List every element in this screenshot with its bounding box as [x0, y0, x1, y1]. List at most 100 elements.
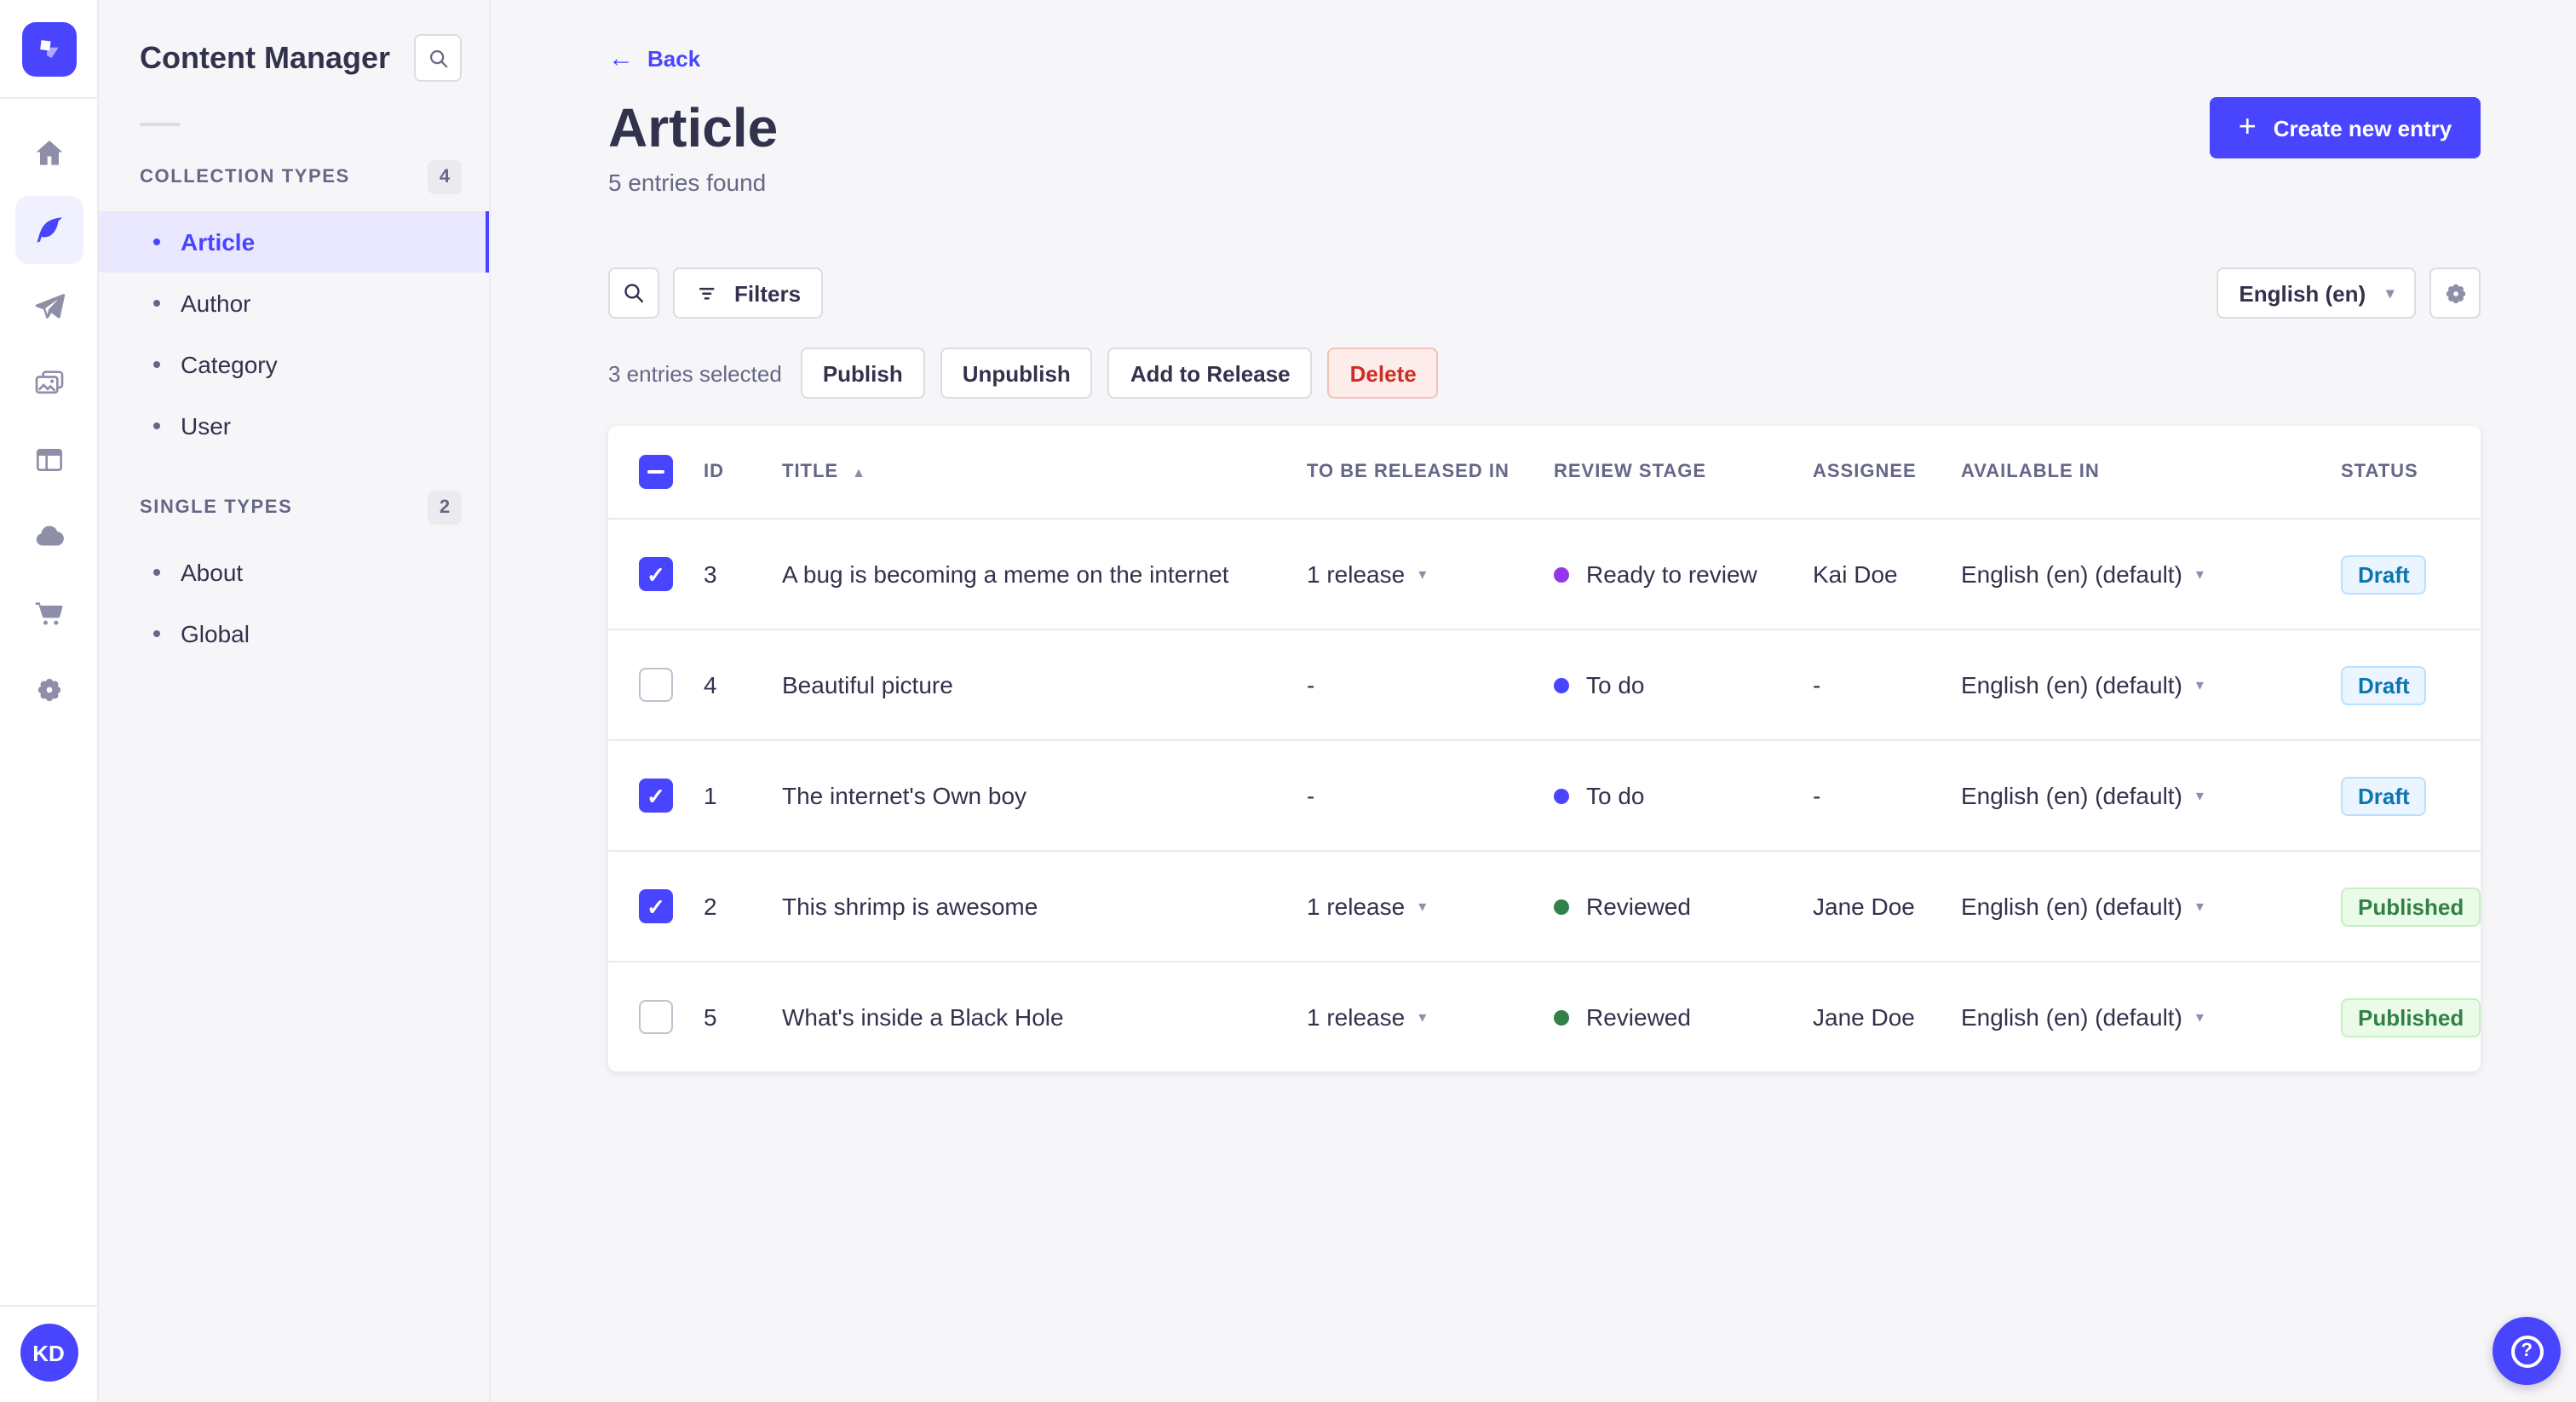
chevron-down-icon: ▾ — [2195, 675, 2204, 692]
chevron-down-icon: ▾ — [2195, 1008, 2204, 1025]
column-header-release[interactable]: TO BE RELEASED IN — [1307, 462, 1554, 482]
indeterminate-icon — [647, 470, 664, 474]
column-header-available-in[interactable]: AVAILABLE IN — [1961, 462, 2341, 482]
add-to-release-button[interactable]: Add to Release — [1107, 348, 1313, 399]
sidebar-item-article[interactable]: Article — [99, 211, 489, 273]
select-all-checkbox[interactable] — [639, 455, 673, 489]
table-header-row: ID TITLE ▲ TO BE RELEASED IN REVIEW STAG… — [608, 426, 2481, 518]
strapi-logo-icon — [39, 40, 58, 59]
row-checkbox[interactable]: ✓ — [639, 889, 673, 923]
marketplace-cart-icon — [34, 602, 62, 625]
subnav-search-button[interactable] — [414, 34, 462, 82]
check-icon: ✓ — [647, 783, 665, 808]
chevron-down-icon: ▾ — [2195, 897, 2204, 914]
column-header-status[interactable]: STATUS — [2341, 462, 2481, 482]
row-checkbox[interactable] — [639, 1000, 673, 1034]
section-label: SINGLE TYPES — [140, 497, 293, 518]
sidebar-item-label: Category — [181, 351, 278, 378]
back-link[interactable]: ← Back — [608, 46, 700, 72]
cell-available-in-dropdown[interactable]: English (en) (default) ▾ — [1961, 1003, 2341, 1031]
section-single-types[interactable]: SINGLE TYPES 2 — [99, 487, 489, 528]
create-button-label: Create new entry — [2273, 115, 2452, 141]
view-settings-button[interactable] — [2429, 267, 2481, 319]
cell-release: - — [1307, 671, 1554, 698]
sidebar-item-settings[interactable] — [14, 656, 83, 724]
sidebar-item-deploy[interactable] — [14, 503, 83, 571]
release-value: 1 release — [1307, 560, 1406, 588]
delete-label: Delete — [1349, 360, 1417, 386]
table-row[interactable]: ✓ 1 The internet's Own boy - To do - Eng… — [608, 739, 2481, 850]
section-label: COLLECTION TYPES — [140, 167, 350, 187]
cell-title: Beautiful picture — [782, 671, 953, 698]
row-checkbox[interactable] — [639, 668, 673, 702]
release-value: 1 release — [1307, 1003, 1406, 1031]
publish-button[interactable]: Publish — [800, 348, 925, 399]
sidebar-item-content-manager[interactable] — [14, 196, 83, 264]
stage-dot-icon — [1554, 677, 1569, 692]
sidebar-item-marketplace[interactable] — [14, 579, 83, 647]
locale-value: English (en) — [2239, 280, 2366, 306]
stage-dot-icon — [1554, 788, 1569, 803]
sidebar-item-content-type-builder[interactable] — [14, 426, 83, 494]
unpublish-button[interactable]: Unpublish — [940, 348, 1093, 399]
column-header-review-stage[interactable]: REVIEW STAGE — [1554, 462, 1813, 482]
cell-available-in-dropdown[interactable]: English (en) (default) ▾ — [1961, 671, 2341, 698]
stage-dot-icon — [1554, 1009, 1569, 1025]
filters-button[interactable]: Filters — [673, 267, 824, 319]
sidebar-item-label: Article — [181, 228, 256, 256]
delete-button[interactable]: Delete — [1327, 348, 1439, 399]
cell-review-stage: To do — [1554, 782, 1813, 809]
cell-id: 2 — [704, 893, 717, 920]
cell-release-dropdown[interactable]: 1 release ▾ — [1307, 1003, 1554, 1031]
sidebar-item-home[interactable] — [14, 119, 83, 187]
user-avatar[interactable]: KD — [20, 1324, 78, 1382]
entries-count-text: 5 entries found — [608, 169, 767, 196]
sidebar-item-media-library[interactable] — [14, 349, 83, 417]
cell-available-in-dropdown[interactable]: English (en) (default) ▾ — [1961, 560, 2341, 588]
table-row[interactable]: ✓ 3 A bug is becoming a meme on the inte… — [608, 518, 2481, 629]
check-icon: ✓ — [647, 893, 665, 919]
cell-title: A bug is becoming a meme on the internet — [782, 560, 1229, 588]
nav-divider — [0, 97, 97, 99]
sidebar-item-category[interactable]: Category — [99, 334, 489, 395]
unpublish-label: Unpublish — [962, 360, 1071, 386]
locale-select[interactable]: English (en) ▾ — [2217, 267, 2417, 319]
releases-paper-plane-icon — [34, 294, 65, 319]
sidebar-item-releases[interactable] — [14, 273, 83, 341]
row-checkbox[interactable]: ✓ — [639, 779, 673, 813]
search-button[interactable] — [608, 267, 659, 319]
column-header-assignee[interactable]: ASSIGNEE — [1813, 462, 1961, 482]
sidebar-item-global[interactable]: Global — [99, 603, 489, 664]
locale-value: English (en) (default) — [1961, 671, 2182, 698]
cell-assignee: - — [1813, 782, 1821, 809]
section-collection-types[interactable]: COLLECTION TYPES 4 — [99, 157, 489, 198]
column-header-id[interactable]: ID — [704, 462, 782, 482]
bullet-icon — [153, 630, 160, 637]
sidebar-item-about[interactable]: About — [99, 542, 489, 603]
table-row[interactable]: ✓ 2 This shrimp is awesome 1 release ▾ R… — [608, 850, 2481, 961]
locale-value: English (en) (default) — [1961, 560, 2182, 588]
release-value: - — [1307, 782, 1315, 809]
cell-available-in-dropdown[interactable]: English (en) (default) ▾ — [1961, 893, 2341, 920]
row-checkbox[interactable]: ✓ — [639, 557, 673, 591]
cell-available-in-dropdown[interactable]: English (en) (default) ▾ — [1961, 782, 2341, 809]
sidebar-item-user[interactable]: User — [99, 395, 489, 457]
stage-dot-icon — [1554, 566, 1569, 582]
strapi-logo[interactable] — [21, 22, 76, 77]
chevron-down-icon: ▾ — [2195, 786, 2204, 803]
cell-release-dropdown[interactable]: 1 release ▾ — [1307, 560, 1554, 588]
sidebar-item-label: User — [181, 412, 232, 440]
column-header-title[interactable]: TITLE ▲ — [782, 462, 1307, 482]
help-button[interactable]: ? — [2493, 1317, 2562, 1385]
filters-label: Filters — [734, 280, 802, 306]
cell-release-dropdown[interactable]: 1 release ▾ — [1307, 893, 1554, 920]
create-new-entry-button[interactable]: + Create new entry — [2209, 97, 2481, 158]
arrow-left-icon: ← — [608, 44, 634, 73]
status-badge: Draft — [2341, 776, 2427, 815]
locale-value: English (en) (default) — [1961, 893, 2182, 920]
nav-bottom-divider — [0, 1305, 97, 1307]
table-row[interactable]: 4 Beautiful picture - To do - English (e… — [608, 629, 2481, 739]
sidebar-item-author[interactable]: Author — [99, 273, 489, 334]
cell-review-stage: To do — [1554, 671, 1813, 698]
table-row[interactable]: 5 What's inside a Black Hole 1 release ▾… — [608, 961, 2481, 1072]
